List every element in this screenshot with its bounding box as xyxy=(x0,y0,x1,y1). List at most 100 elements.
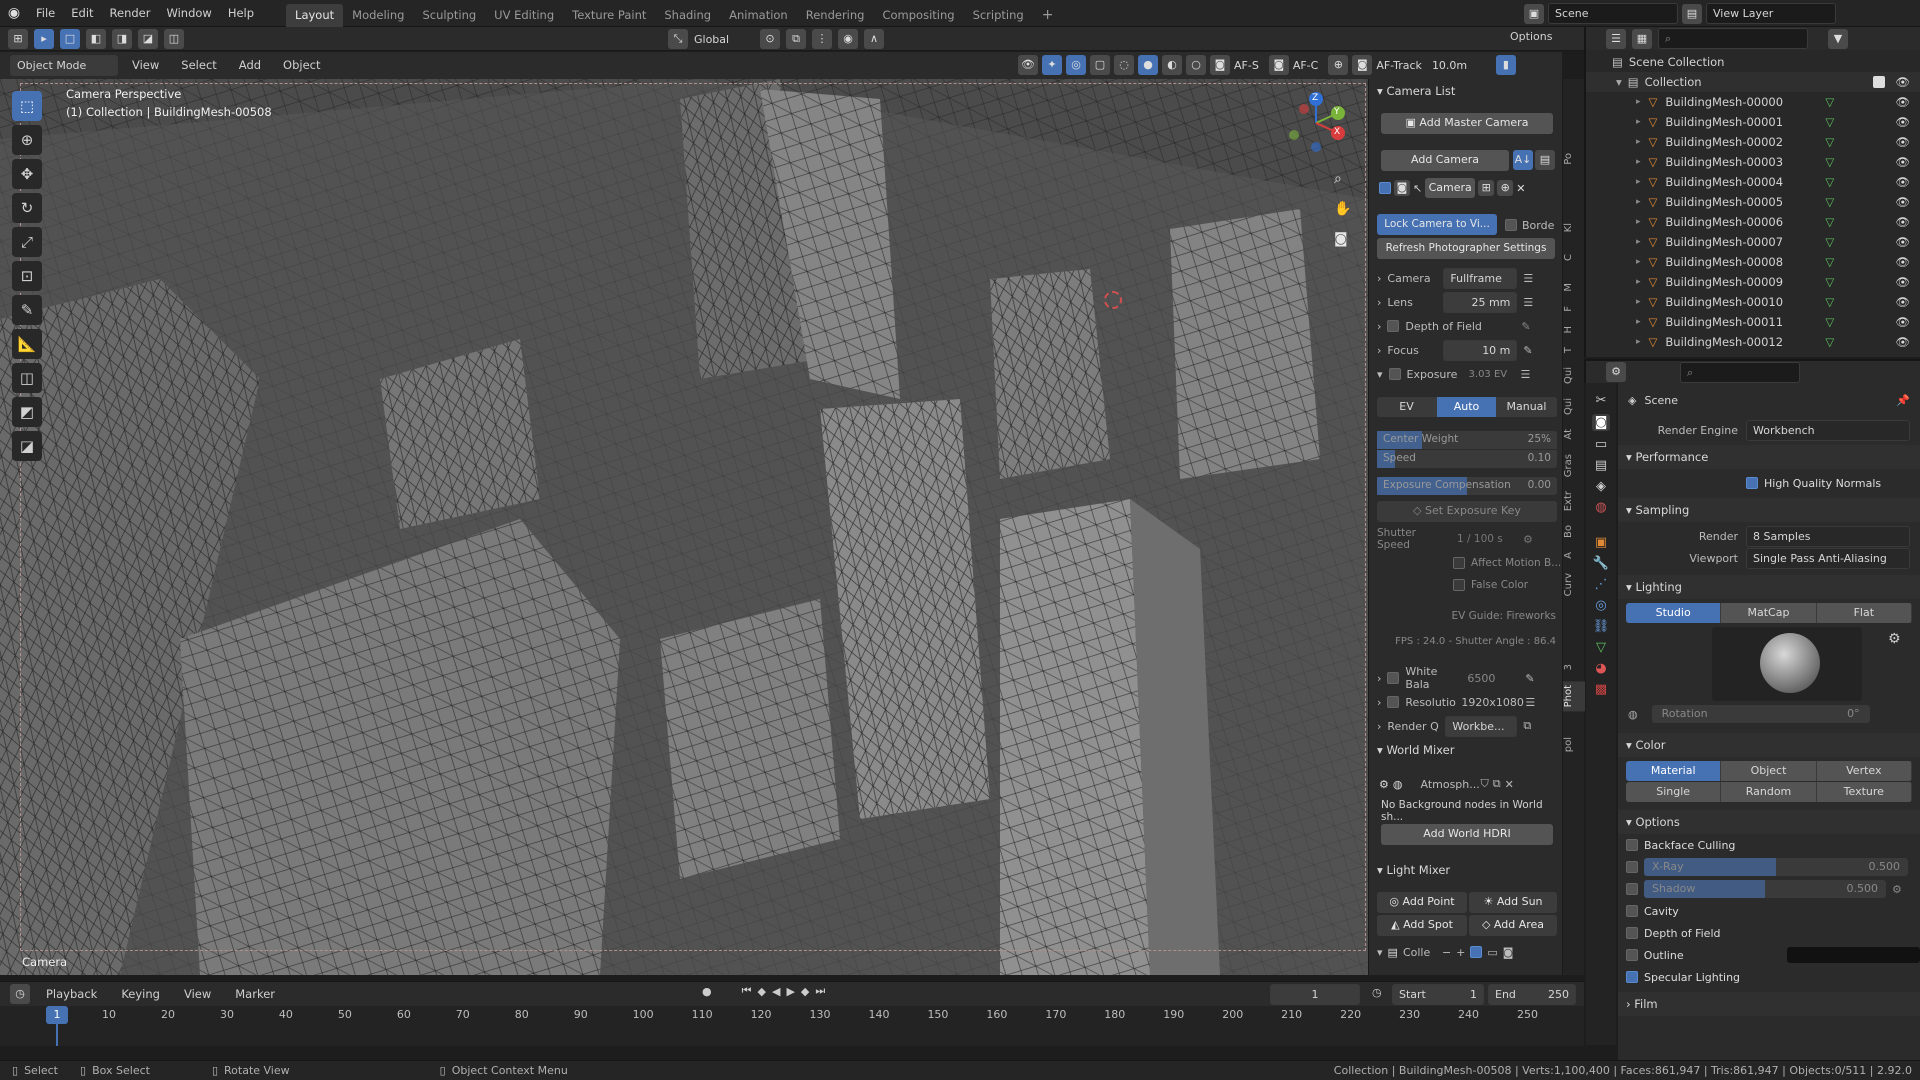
dof-row[interactable]: › Depth of Field ✎ xyxy=(1377,315,1559,337)
collection-enabled-checkbox[interactable] xyxy=(1470,946,1483,958)
outliner-item[interactable]: ▸ ▽ BuildingMesh-00010 ▽ 👁 xyxy=(1586,292,1920,312)
shading-solid-icon[interactable]: ● xyxy=(1138,55,1158,75)
pan-hand-icon[interactable]: ✋ xyxy=(1334,201,1351,217)
visibility-eye-icon[interactable]: 👁 xyxy=(1895,132,1910,152)
mesh-data-icon[interactable]: ▽ xyxy=(1825,312,1834,332)
world-fake-user-icon[interactable]: ⛉ xyxy=(1480,777,1488,791)
gizmo-toggle-icon[interactable]: ✦ xyxy=(1042,55,1062,75)
expand-arrow-icon[interactable]: ▸ xyxy=(1636,332,1641,352)
start-frame-field[interactable]: Start 1 xyxy=(1392,984,1484,1005)
shading-wireframe-icon[interactable]: ◌ xyxy=(1114,55,1134,75)
camera-list-options-icon[interactable]: ▤ xyxy=(1535,150,1555,170)
scene-properties-icon[interactable]: ◈ xyxy=(1596,479,1606,494)
outliner-item[interactable]: ▸ ▽ BuildingMesh-00003 ▽ 👁 xyxy=(1586,152,1920,172)
transform-orientation-dropdown[interactable]: Global xyxy=(694,33,754,46)
sidebar-tab-curv[interactable]: Curv xyxy=(1563,569,1585,600)
proportional-editing-icon[interactable]: ◉ xyxy=(838,29,858,49)
add-point-light-button[interactable]: ◎ Add Point xyxy=(1377,892,1467,913)
transform-orientation-icon[interactable]: ⤡ xyxy=(668,29,688,49)
play-reverse-icon[interactable]: ◀ xyxy=(772,985,780,998)
camera-tool-icon[interactable]: ◩ xyxy=(12,397,42,427)
viewport-menu-select[interactable]: Select xyxy=(173,52,224,79)
playhead[interactable]: 1 xyxy=(46,1006,68,1024)
world-copy-icon[interactable]: ⧉ xyxy=(1493,777,1501,791)
white-balance-eyedropper-icon[interactable]: ✎ xyxy=(1525,672,1534,685)
tool-properties-icon[interactable]: ✂ xyxy=(1596,393,1607,408)
resolution-checkbox[interactable] xyxy=(1387,696,1400,708)
timeline-menu-keying[interactable]: Keying xyxy=(113,981,168,1008)
object-mode-dropdown[interactable]: Object Mode xyxy=(10,55,118,76)
rotate-tool-icon[interactable]: ↻ xyxy=(12,193,42,223)
view-layer-icon[interactable]: ▤ xyxy=(1682,3,1702,24)
overlay-toggle-icon[interactable]: ◎ xyxy=(1066,55,1086,75)
outliner-item[interactable]: ▸ ▽ BuildingMesh-00011 ▽ 👁 xyxy=(1586,312,1920,332)
lock-camera-to-view-button[interactable]: Lock Camera to Vi... xyxy=(1377,214,1497,235)
workspace-tab-rendering[interactable]: Rendering xyxy=(797,4,874,27)
jump-start-icon[interactable]: ⏮ xyxy=(742,984,752,998)
render-quality-row[interactable]: › Render Q Workbe... ⧉ xyxy=(1377,715,1559,737)
select-mode-invert-icon[interactable]: ◪ xyxy=(138,28,158,49)
constraints-properties-icon[interactable]: ⛓ xyxy=(1593,619,1610,634)
snap-target-icon[interactable]: ⋮ xyxy=(812,29,832,49)
menu-help[interactable]: Help xyxy=(220,0,262,27)
collection-expand-arrow-icon[interactable]: ▾ xyxy=(1616,72,1622,92)
focus-distance-field[interactable]: 10 m xyxy=(1443,339,1518,361)
pivot-point-icon[interactable]: ⊙ xyxy=(760,29,780,49)
expand-arrow-icon[interactable]: ▸ xyxy=(1636,252,1641,272)
mesh-data-icon[interactable]: ▽ xyxy=(1825,132,1834,152)
world-browse-icon[interactable]: ◍ xyxy=(1393,778,1403,791)
timeline-menu-view[interactable]: View xyxy=(176,981,219,1008)
add-area-light-button[interactable]: ◇ Add Area xyxy=(1469,915,1557,936)
workspace-tab-texture-paint[interactable]: Texture Paint xyxy=(563,4,655,27)
af-track-label[interactable]: AF-Track xyxy=(1376,59,1422,72)
white-balance-checkbox[interactable] xyxy=(1387,672,1400,684)
world-remove-icon[interactable]: ✕ xyxy=(1505,778,1514,791)
viewport-menu-add[interactable]: Add xyxy=(231,52,269,79)
render-samples-dropdown[interactable]: 8 Samples xyxy=(1746,525,1910,547)
menu-file[interactable]: File xyxy=(28,0,63,27)
mesh-data-icon[interactable]: ▽ xyxy=(1825,332,1834,352)
camera-view-icon[interactable]: ◙ xyxy=(1334,231,1348,247)
navigation-gizmo[interactable]: Z Y X xyxy=(1284,91,1354,161)
viewport-samples-dropdown[interactable]: Single Pass Anti-Aliasing xyxy=(1746,547,1910,569)
world-render-icon[interactable]: ⚙ xyxy=(1379,778,1389,791)
exposure-mode-ev[interactable]: EV xyxy=(1377,397,1437,417)
viewport-samples-row[interactable]: Viewport Single Pass Anti-Aliasing xyxy=(1618,547,1920,569)
display-mode-icon[interactable]: ▦ xyxy=(1632,28,1652,49)
outliner-item[interactable]: ▸ ▽ BuildingMesh-00004 ▽ 👁 xyxy=(1586,172,1920,192)
falloff-icon[interactable]: ∧ xyxy=(864,29,884,49)
annotate-tool-icon[interactable]: ✎ xyxy=(12,295,42,325)
camera-lock-icon[interactable]: ⊞ xyxy=(1478,180,1495,196)
render-samples-row[interactable]: Render 8 Samples xyxy=(1618,525,1920,547)
center-weight-slider[interactable]: Center Weight 25% xyxy=(1377,431,1557,449)
xray-toggle-icon[interactable]: ▢ xyxy=(1090,55,1110,75)
high-quality-normals-row[interactable]: High Quality Normals xyxy=(1618,472,1920,494)
lighting-header[interactable]: ▾ Lighting xyxy=(1618,575,1920,599)
output-properties-icon[interactable]: ▭ xyxy=(1595,437,1607,452)
visibility-eye-icon[interactable]: 👁 xyxy=(1895,152,1910,172)
lighting-mode-matcap[interactable]: MatCap xyxy=(1721,603,1817,623)
border-checkbox[interactable] xyxy=(1505,219,1517,231)
lighting-mode-flat[interactable]: Flat xyxy=(1816,603,1912,623)
refresh-photographer-button[interactable]: Refresh Photographer Settings xyxy=(1377,238,1555,259)
visibility-eye-icon[interactable]: 👁 xyxy=(1895,312,1910,332)
properties-search-input[interactable]: ⌕ xyxy=(1680,361,1800,383)
expand-arrow-icon[interactable]: ▸ xyxy=(1636,192,1641,212)
menu-render[interactable]: Render xyxy=(102,0,159,27)
sidebar-tab-t[interactable]: T xyxy=(1563,343,1585,357)
camera-sensor-dropdown[interactable]: Fullframe xyxy=(1443,267,1518,289)
timeline-editor-icon[interactable]: ◷ xyxy=(10,984,30,1004)
visibility-icon[interactable]: 👁 xyxy=(1018,55,1038,75)
expand-arrow-icon[interactable]: ▸ xyxy=(1636,132,1641,152)
physics-properties-icon[interactable]: ◎ xyxy=(1595,598,1606,613)
exposure-compensation-slider[interactable]: Exposure Compensation 0.00 xyxy=(1377,477,1557,495)
specular-lighting-checkbox[interactable] xyxy=(1626,971,1638,983)
select-mode-intersect-icon[interactable]: ◫ xyxy=(164,28,184,49)
depth-of-field-checkbox[interactable] xyxy=(1626,927,1638,939)
white-balance-row[interactable]: › White Bala 6500 ✎ xyxy=(1377,665,1559,691)
exposure-preset-icon[interactable]: ☰ xyxy=(1521,368,1531,381)
visibility-eye-icon[interactable]: 👁 xyxy=(1895,332,1910,352)
visibility-eye-icon[interactable]: 👁 xyxy=(1895,212,1910,232)
lens-field[interactable]: 25 mm xyxy=(1443,291,1518,313)
add-camera-button[interactable]: Add Camera xyxy=(1381,150,1509,171)
